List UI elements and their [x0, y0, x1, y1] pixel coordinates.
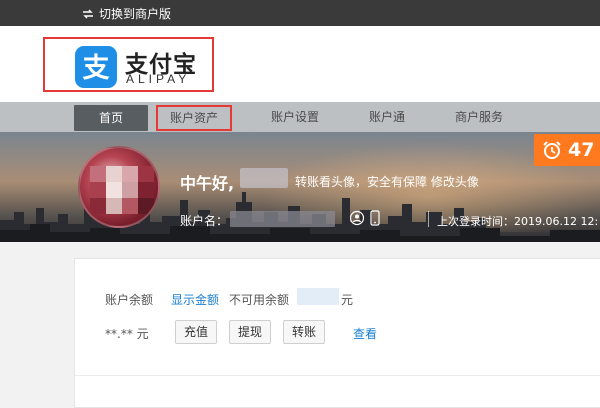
transfer-button[interactable]: 转账: [283, 320, 326, 344]
alarm-clock-icon: [543, 141, 561, 159]
unavailable-balance-label: 不可用余额: [229, 293, 290, 307]
withdraw-button[interactable]: 提现: [229, 320, 272, 344]
nav-item-merchant-service[interactable]: 商户服务: [442, 102, 516, 132]
avatar-tip-link[interactable]: 转账看头像，安全有保障 修改头像: [295, 173, 479, 190]
svg-text:支: 支: [83, 53, 110, 84]
nav-item-account-assets[interactable]: 账户资产: [156, 105, 232, 131]
user-icon[interactable]: [350, 210, 364, 226]
alipay-logo[interactable]: 支 支付宝 ALIPAY: [43, 37, 214, 92]
blurred-username: [240, 168, 288, 188]
last-login-time: 上次登录时间：2019.06.12 12:: [437, 215, 599, 228]
top-bar: 切换到商户版: [0, 0, 600, 26]
recharge-button[interactable]: 充值: [175, 320, 218, 344]
main-nav: 首页 账户资产 账户设置 账户通 商户服务: [0, 102, 600, 132]
account-name-label: 账户名：: [180, 214, 229, 228]
nav-item-account-settings[interactable]: 账户设置: [258, 102, 332, 132]
avatar[interactable]: [78, 146, 160, 228]
phone-icon[interactable]: [368, 210, 382, 226]
blurred-account-name: [230, 211, 335, 227]
hidden-balance-amount: **.** 元: [105, 327, 149, 341]
switch-to-merchant-link[interactable]: 切换到商户版: [82, 5, 171, 22]
swap-icon: [83, 9, 93, 18]
view-link[interactable]: 查看: [353, 325, 377, 342]
nav-item-account-link[interactable]: 账户通: [350, 102, 424, 132]
switch-label: 切换到商户版: [99, 7, 172, 21]
show-balance-link[interactable]: 显示金额: [171, 291, 219, 308]
greeting-text: 中午好,: [180, 174, 235, 193]
nav-item-home[interactable]: 首页: [74, 105, 148, 131]
alipay-logo-mark-icon: 支: [75, 46, 117, 88]
alarm-badge[interactable]: 47: [534, 134, 600, 166]
header: 支 支付宝 ALIPAY: [0, 26, 600, 102]
alarm-badge-count: 47: [568, 139, 595, 161]
blurred-unavailable-amount: [297, 288, 339, 305]
logo-text-en: ALIPAY: [126, 72, 191, 86]
user-banner: 中午好, 转账看头像，安全有保障 修改头像 账户名： 上次登录时间：2019.0…: [0, 132, 600, 242]
account-balance-panel: 账户余额 显示金额 不可用余额 元 **.** 元 充值 提现 转账 查看: [74, 258, 600, 408]
unavailable-unit: 元: [341, 293, 354, 307]
balance-label: 账户余额: [105, 293, 154, 307]
